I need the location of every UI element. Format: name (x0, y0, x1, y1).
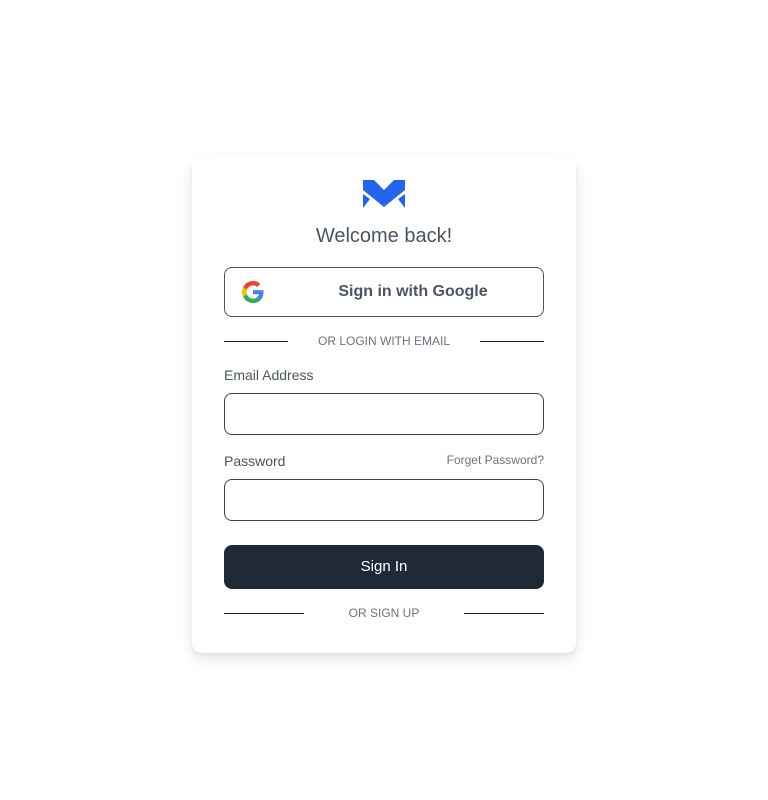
email-divider: OR LOGIN WITH EMAIL (224, 333, 544, 349)
signup-divider: OR SIGN UP (224, 605, 544, 621)
google-signin-button[interactable]: Sign in with Google (224, 267, 544, 317)
m-logo-icon (363, 180, 405, 208)
page-title: Welcome back! (315, 225, 453, 247)
email-label: Email Address (224, 367, 314, 383)
google-signin-label: Sign in with Google (338, 283, 488, 300)
password-label: Password (224, 453, 286, 469)
forget-password-link[interactable]: Forget Password? (447, 453, 544, 467)
password-field[interactable] (224, 479, 544, 521)
sign-in-button[interactable]: Sign In (224, 545, 544, 589)
divider-line-right (480, 341, 544, 342)
login-card: Welcome back! Sign in with Google OR LOG… (192, 156, 576, 653)
email-field[interactable] (224, 393, 544, 435)
divider-line-right (464, 613, 544, 614)
